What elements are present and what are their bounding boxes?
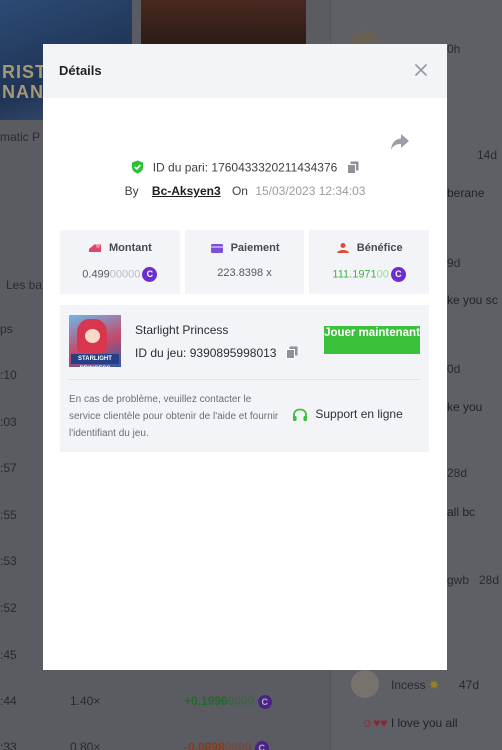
- bet-id-label: ID du pari:: [152, 160, 209, 175]
- bet-author-line: By Bc-Aksyen3 On 15/03/2023 12:34:03: [43, 184, 447, 198]
- stat-payout-value: 223.8398 x: [217, 267, 272, 279]
- coin-icon: C: [142, 267, 158, 282]
- share-icon: [391, 134, 409, 150]
- stat-profit-label: Bénéfice: [356, 242, 403, 254]
- bet-id-value: 1760433320211434376: [211, 160, 338, 175]
- game-name: Starlight Princess: [135, 323, 229, 337]
- shield-check-icon: [131, 160, 144, 177]
- username-link[interactable]: Bc-Aksyen3: [152, 184, 221, 198]
- copy-icon: [285, 346, 298, 359]
- game-id-line: ID du jeu: 9390895998013: [135, 346, 298, 362]
- stat-profit-header: Bénéfice: [309, 242, 429, 254]
- modal-title: Détails: [59, 63, 102, 78]
- stat-amount-value: 0.49900000 C: [60, 267, 180, 282]
- divider: [69, 379, 420, 380]
- game-id-value: 9390895998013: [189, 346, 277, 361]
- stat-amount-label: Montant: [108, 242, 152, 254]
- online-support-button[interactable]: Support en ligne: [292, 407, 403, 422]
- game-id-label: ID du jeu:: [135, 346, 187, 361]
- stat-profit: Bénéfice 111.197100 C: [309, 230, 430, 294]
- by-label: By: [124, 184, 139, 198]
- bet-id-line: ID du pari: 1760433320211434376: [43, 160, 447, 177]
- money-icon: [88, 244, 101, 253]
- coin-icon: C: [390, 267, 406, 282]
- stat-profit-value: 111.197100 C: [309, 267, 429, 282]
- copy-bet-id-button[interactable]: [346, 161, 359, 177]
- wallet-icon: [210, 244, 223, 254]
- headset-icon: [293, 408, 307, 421]
- stat-amount: Montant 0.49900000 C: [60, 230, 180, 294]
- game-thumbnail[interactable]: STARLIGHT PRINCESS: [69, 315, 121, 367]
- stat-payout-header: Paiement: [185, 242, 305, 254]
- modal-header: Détails: [43, 44, 447, 98]
- thumbnail-art-face: [85, 329, 100, 343]
- support-label: Support en ligne: [315, 407, 403, 421]
- game-card: STARLIGHT PRINCESS Starlight Princess ID…: [60, 305, 429, 452]
- stat-amount-header: Montant: [60, 242, 180, 254]
- stat-payout-label: Paiement: [230, 242, 280, 254]
- thumbnail-logo: STARLIGHT PRINCESS: [71, 354, 119, 367]
- help-text: En cas de problème, veuillez contacter l…: [69, 394, 279, 439]
- copy-icon: [346, 161, 359, 174]
- close-icon: [415, 64, 427, 76]
- close-button[interactable]: [413, 62, 429, 78]
- stat-payout: Paiement 223.8398 x: [184, 230, 305, 294]
- on-label: On: [231, 184, 248, 198]
- bet-details-modal: Détails ID du pari: 1760433320211434376 …: [43, 44, 447, 670]
- bet-stats: Montant 0.49900000 C Paiement 223.8398 x …: [60, 230, 430, 294]
- play-now-button[interactable]: Jouer maintenant: [324, 326, 420, 354]
- copy-game-id-button[interactable]: [285, 346, 298, 362]
- profit-icon: [336, 243, 349, 254]
- share-button[interactable]: [389, 132, 411, 152]
- bet-datetime: 15/03/2023 12:34:03: [255, 184, 366, 198]
